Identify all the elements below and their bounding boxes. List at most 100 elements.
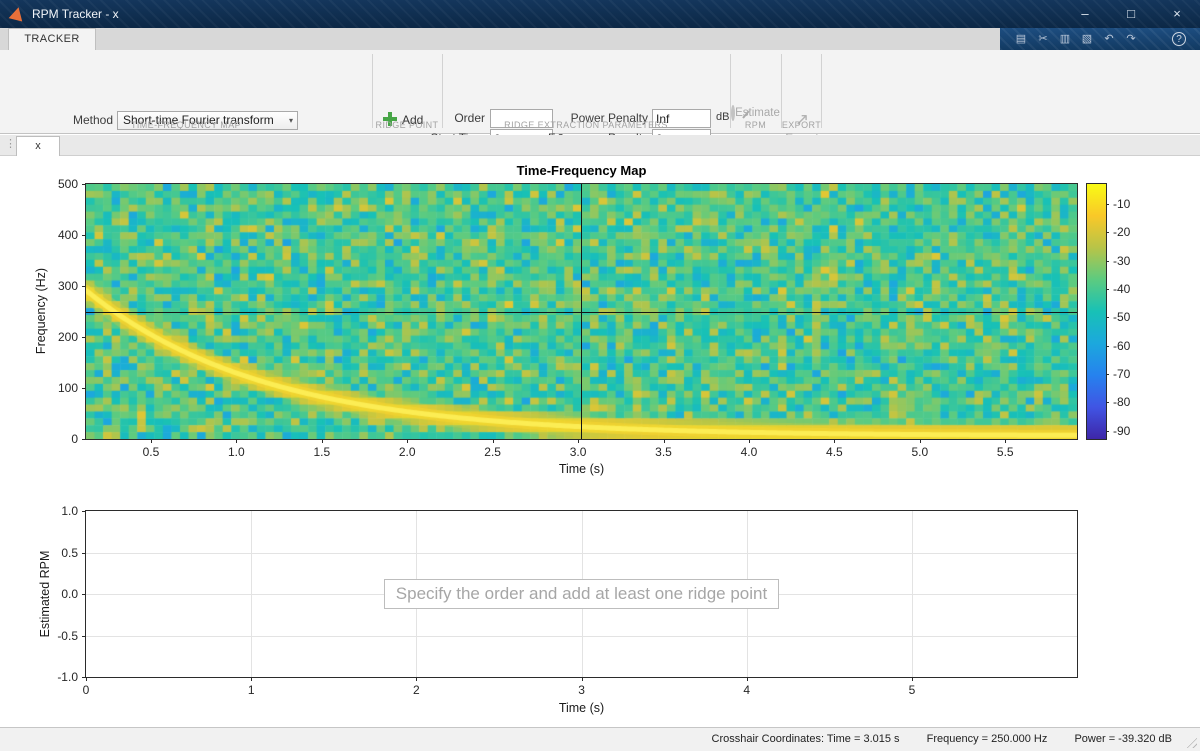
tab-tracker[interactable]: TRACKER	[8, 28, 96, 50]
x-tick-mark	[416, 677, 418, 681]
undo-icon[interactable]: ↶	[1100, 31, 1118, 47]
colorbar-tick-label: -50	[1113, 310, 1131, 325]
y-tick-label: 1.0	[61, 504, 78, 518]
crosshair-horizontal[interactable]	[86, 311, 1077, 313]
section-divider	[821, 54, 822, 128]
x-tick-label: 0.5	[142, 445, 160, 459]
x-tick-mark	[492, 439, 494, 443]
x-tick-mark	[581, 677, 583, 681]
x-tick-mark	[1005, 439, 1007, 443]
resize-grip[interactable]	[1184, 735, 1197, 748]
copy-icon[interactable]: ▥	[1056, 31, 1074, 47]
colorbar-tick-label: -40	[1113, 281, 1131, 296]
colorbar-tick-mark	[1106, 317, 1109, 319]
colorbar-tick-mark	[1106, 232, 1109, 234]
colorbar-tick-mark	[1106, 203, 1109, 205]
x-tick-mark	[86, 677, 87, 681]
colorbar-tick-label: -80	[1113, 395, 1131, 410]
close-icon[interactable]: ×	[1154, 0, 1200, 28]
section-export: EXPORT	[781, 120, 822, 130]
colorbar-tick-label: -70	[1113, 366, 1131, 381]
rpm-x-axis-label: Time (s)	[558, 701, 605, 715]
x-tick-mark	[236, 439, 238, 443]
y-tick-mark	[82, 677, 86, 678]
ribbon-tabstrip: TRACKER ▤ ✂ ▥ ▧ ↶ ↷ ?	[0, 28, 1200, 50]
x-tick-mark	[407, 439, 409, 443]
colorbar-tick-label: -10	[1113, 196, 1131, 211]
colorbar: -10 -20 -30 -40 -50 -60 -70 -80 -90	[1086, 183, 1130, 440]
y-tick-label: -0.5	[57, 628, 78, 643]
colorbar-tick-mark	[1106, 260, 1109, 262]
document-tabbar: ⋮ x	[0, 135, 1200, 156]
x-tick-mark	[748, 439, 750, 443]
y-tick-label: 300	[57, 279, 78, 293]
x-tick-label: 5.0	[911, 445, 929, 459]
y-tick-mark	[82, 286, 86, 287]
y-tick-label: 400	[57, 228, 78, 242]
y-tick-mark	[82, 184, 86, 185]
crosshair-time-text: Crosshair Coordinates: Time = 3.015 s	[711, 733, 900, 745]
drag-grip-icon: ⋮	[5, 138, 16, 150]
crosshair-coordinates: Crosshair Coordinates: Time = 3.015 s Fr…	[712, 733, 1172, 745]
x-tick-label: 4.5	[826, 445, 843, 459]
y-tick-label: 100	[57, 381, 78, 395]
section-rpm: RPM	[744, 120, 767, 130]
crosshair-power-text: Power = -39.320 dB	[1074, 733, 1172, 745]
colorbar-tick-mark	[1106, 402, 1109, 404]
y-tick-mark	[82, 388, 86, 389]
x-tick-mark	[919, 439, 921, 443]
y-tick-mark	[82, 235, 86, 236]
x-tick-label: 3.5	[655, 445, 672, 459]
y-tick-label: 0.5	[61, 545, 78, 560]
y-tick-label: 0.0	[61, 587, 78, 601]
cut-icon[interactable]: ✂	[1034, 31, 1052, 47]
tf-y-axis-label: Frequency (Hz)	[34, 267, 48, 355]
y-tick-mark	[82, 439, 86, 440]
x-tick-label: 1.5	[313, 445, 331, 459]
x-tick-label: 5.5	[996, 445, 1014, 459]
ridge-point-message: Specify the order and add at least one r…	[383, 579, 780, 609]
tf-plot-box[interactable]: 0.5 1.0 1.5 2.0 2.5 3.0 3.5 4.0 4.5 5.0 5.5 0 100 200…	[58, 177, 1078, 459]
x-tick-mark	[578, 439, 580, 443]
x-tick-label: 3	[578, 683, 585, 697]
x-tick-mark	[251, 677, 253, 681]
rpm-y-axis-label: Estimated RPM	[38, 550, 52, 638]
minimize-icon[interactable]: –	[1062, 0, 1108, 28]
x-tick-label: 5	[908, 683, 916, 697]
x-tick-label: 1	[247, 683, 255, 697]
x-tick-label: 4	[743, 683, 751, 697]
rpm-tracker-window: RPM Tracker - x – □ × TRACKER ▤ ✂ ▥ ▧ ↶ …	[0, 0, 1200, 751]
maximize-icon[interactable]: □	[1108, 0, 1154, 28]
x-tick-label: 4.0	[740, 445, 758, 459]
x-tick-mark	[150, 439, 152, 443]
crosshair-frequency-text: Frequency = 250.000 Hz	[926, 733, 1048, 745]
x-tick-mark	[834, 439, 836, 443]
x-tick-label: 1.0	[228, 445, 245, 459]
x-tick-mark	[911, 677, 913, 681]
x-tick-mark	[746, 677, 748, 681]
x-tick-label: 3.0	[569, 445, 587, 459]
redo-icon[interactable]: ↷	[1122, 31, 1140, 47]
y-tick-label: 0	[71, 432, 78, 446]
rpm-plot-box: Specify the order and add at least one r…	[57, 504, 1078, 697]
help-icon[interactable]: ?	[1172, 32, 1186, 46]
document-tab-x[interactable]: x	[16, 136, 60, 156]
message-wrap: Specify the order and add at least one r…	[86, 511, 1077, 677]
window-title: RPM Tracker - x	[32, 7, 119, 21]
colorbar-tick-mark	[1106, 288, 1109, 290]
x-tick-mark	[663, 439, 665, 443]
x-tick-label: 2.5	[484, 445, 501, 459]
tf-x-axis-label: Time (s)	[558, 462, 605, 476]
colorbar-tick-label: -20	[1113, 225, 1131, 240]
statusbar: Crosshair Coordinates: Time = 3.015 s Fr…	[0, 727, 1200, 751]
paste-icon[interactable]: ▧	[1078, 31, 1096, 47]
colorbar-tick-label: -30	[1113, 253, 1131, 268]
section-divider	[372, 54, 373, 128]
colorbar-tick-mark	[1106, 373, 1109, 375]
save-icon[interactable]: ▤	[1012, 31, 1030, 47]
estimate-button[interactable]: Estimate	[731, 105, 780, 121]
y-tick-label: -1.0	[57, 670, 78, 684]
toolbar: Method Short-time Fourier transform ▾ Fr…	[0, 50, 1200, 167]
y-tick-mark	[82, 337, 86, 338]
colorbar-tick-label: -90	[1113, 423, 1131, 438]
